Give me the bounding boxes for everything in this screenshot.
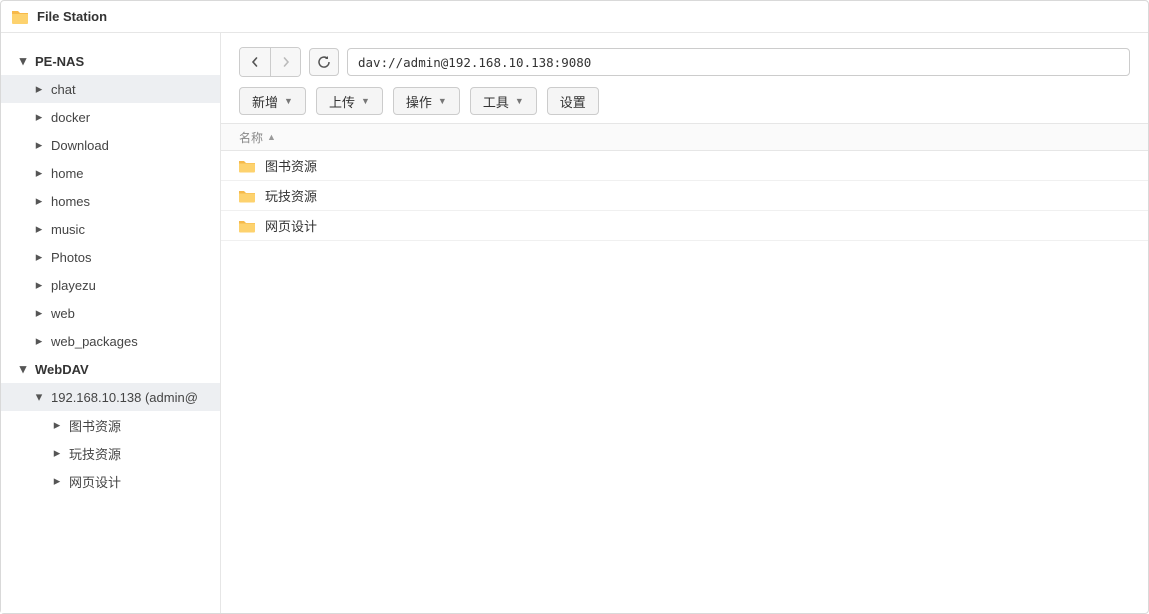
sidebar-item-label: home (51, 166, 84, 181)
sidebar-item-label: web_packages (51, 334, 138, 349)
action-button[interactable]: 操作 ▼ (393, 87, 460, 115)
chevron-down-icon: ▾ (19, 365, 27, 373)
chevron-right-icon: ▸ (35, 337, 43, 345)
file-list: 图书资源 玩技资源 网页设计 (221, 151, 1148, 613)
tree-root-label: WebDAV (35, 362, 89, 377)
chevron-down-icon: ▾ (19, 57, 27, 65)
sidebar-item-web[interactable]: ▸ web (1, 299, 220, 327)
address-input[interactable] (347, 48, 1130, 76)
chevron-right-icon: ▸ (53, 421, 61, 429)
sidebar-item-label: web (51, 306, 75, 321)
app-folder-icon (11, 8, 29, 26)
tree-root-webdav[interactable]: ▾ WebDAV (1, 355, 220, 383)
caret-down-icon: ▼ (284, 96, 293, 106)
sidebar-item-label: 网页设计 (69, 472, 121, 491)
btn-label: 工具 (483, 92, 509, 111)
forward-button[interactable] (270, 48, 300, 76)
btn-label: 上传 (329, 92, 355, 111)
nav-toolbar (221, 47, 1148, 77)
caret-down-icon: ▼ (438, 96, 447, 106)
sort-asc-icon: ▲ (267, 132, 276, 142)
chevron-right-icon: ▸ (35, 197, 43, 205)
caret-down-icon: ▼ (361, 96, 370, 106)
sidebar-item-label: 图书资源 (69, 416, 121, 435)
tools-button[interactable]: 工具 ▼ (470, 87, 537, 115)
btn-label: 设置 (560, 92, 586, 111)
file-name: 网页设计 (265, 216, 317, 235)
chevron-down-icon: ▾ (35, 393, 43, 401)
sidebar-item-home[interactable]: ▸ home (1, 159, 220, 187)
sidebar-item-docker[interactable]: ▸ docker (1, 103, 220, 131)
sidebar-item-label: music (51, 222, 85, 237)
sidebar-item-homes[interactable]: ▸ homes (1, 187, 220, 215)
body: ▾ PE-NAS ▸ chat ▸ docker ▸ Download ▸ ho… (1, 33, 1148, 613)
chevron-right-icon: ▸ (53, 477, 61, 485)
action-toolbar: 新增 ▼ 上传 ▼ 操作 ▼ 工具 ▼ 设置 (221, 87, 1148, 115)
file-name: 图书资源 (265, 156, 317, 175)
app-title: File Station (37, 9, 107, 24)
chevron-right-icon: ▸ (35, 113, 43, 121)
sidebar-item-label: homes (51, 194, 90, 209)
folder-icon (239, 189, 255, 203)
sidebar-item-label: chat (51, 82, 76, 97)
sidebar-item-webdesign[interactable]: ▸ 网页设计 (1, 467, 220, 495)
refresh-button[interactable] (309, 48, 339, 76)
nav-group (239, 47, 301, 77)
main-panel: 新增 ▼ 上传 ▼ 操作 ▼ 工具 ▼ 设置 (221, 33, 1148, 613)
chevron-right-icon: ▸ (35, 225, 43, 233)
refresh-icon (317, 55, 331, 69)
sidebar-item-photos[interactable]: ▸ Photos (1, 243, 220, 271)
sidebar-item-label: Photos (51, 250, 91, 265)
sidebar-item-label: 192.168.10.138 (admin@ (51, 390, 198, 405)
btn-label: 新增 (252, 92, 278, 111)
chevron-right-icon: ▸ (35, 141, 43, 149)
file-row[interactable]: 图书资源 (221, 151, 1148, 181)
chevron-right-icon: ▸ (35, 169, 43, 177)
sidebar-item-chat[interactable]: ▸ chat (1, 75, 220, 103)
file-row[interactable]: 网页设计 (221, 211, 1148, 241)
sidebar-item-webpackages[interactable]: ▸ web_packages (1, 327, 220, 355)
sidebar: ▾ PE-NAS ▸ chat ▸ docker ▸ Download ▸ ho… (1, 33, 221, 613)
tree-root-pe-nas[interactable]: ▾ PE-NAS (1, 47, 220, 75)
upload-button[interactable]: 上传 ▼ (316, 87, 383, 115)
file-name: 玩技资源 (265, 186, 317, 205)
file-row[interactable]: 玩技资源 (221, 181, 1148, 211)
folder-icon (239, 159, 255, 173)
column-name: 名称 (239, 129, 263, 146)
caret-down-icon: ▼ (515, 96, 524, 106)
chevron-right-icon: ▸ (35, 253, 43, 261)
column-header[interactable]: 名称 ▲ (221, 123, 1148, 151)
sidebar-item-music[interactable]: ▸ music (1, 215, 220, 243)
sidebar-item-label: docker (51, 110, 90, 125)
chevron-left-icon (250, 57, 260, 67)
new-button[interactable]: 新增 ▼ (239, 87, 306, 115)
settings-button[interactable]: 设置 (547, 87, 599, 115)
sidebar-item-playezu[interactable]: ▸ playezu (1, 271, 220, 299)
sidebar-item-label: playezu (51, 278, 96, 293)
chevron-right-icon: ▸ (53, 449, 61, 457)
chevron-right-icon: ▸ (35, 309, 43, 317)
sidebar-item-label: 玩技资源 (69, 444, 121, 463)
sidebar-item-play[interactable]: ▸ 玩技资源 (1, 439, 220, 467)
file-station-window: File Station ▾ PE-NAS ▸ chat ▸ docker ▸ … (0, 0, 1149, 614)
chevron-right-icon: ▸ (35, 85, 43, 93)
chevron-right-icon (281, 57, 291, 67)
folder-icon (239, 219, 255, 233)
chevron-right-icon: ▸ (35, 281, 43, 289)
sidebar-item-webdav-server[interactable]: ▾ 192.168.10.138 (admin@ (1, 383, 220, 411)
btn-label: 操作 (406, 92, 432, 111)
titlebar: File Station (1, 1, 1148, 33)
sidebar-item-label: Download (51, 138, 109, 153)
tree-root-label: PE-NAS (35, 54, 84, 69)
sidebar-item-download[interactable]: ▸ Download (1, 131, 220, 159)
sidebar-item-books[interactable]: ▸ 图书资源 (1, 411, 220, 439)
back-button[interactable] (240, 48, 270, 76)
